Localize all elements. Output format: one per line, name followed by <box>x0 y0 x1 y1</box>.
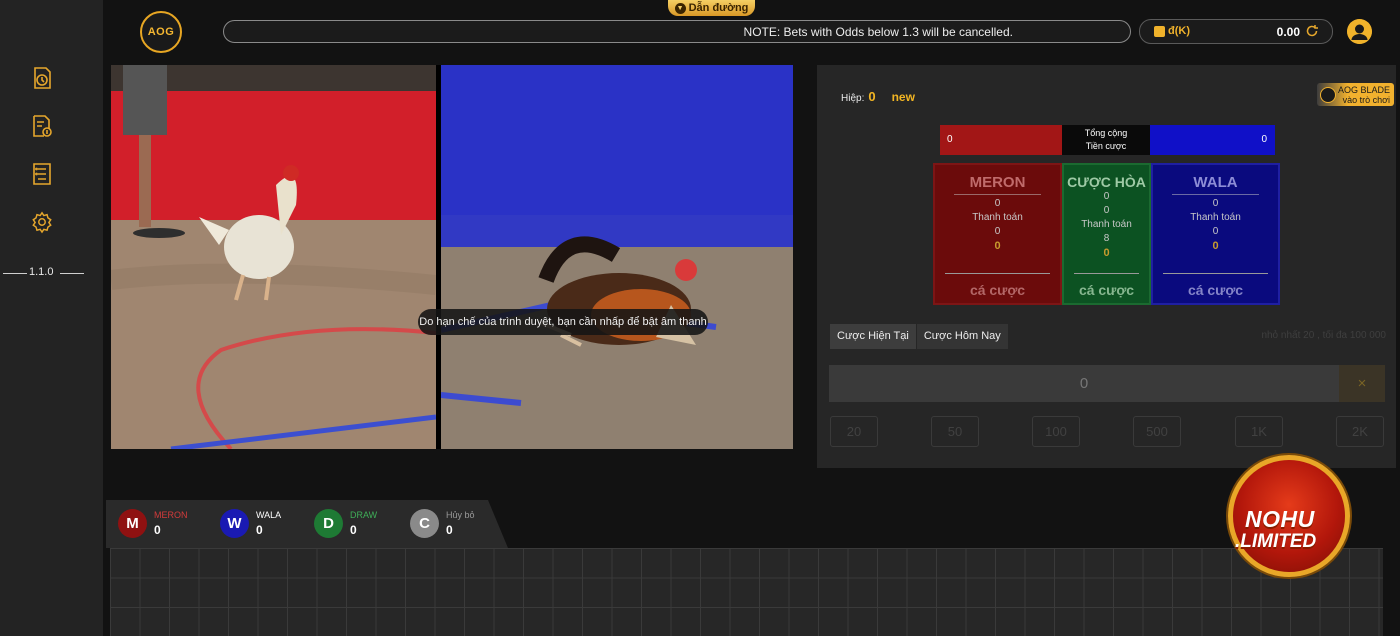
wala-payout-label: Thanh toán <box>1190 212 1241 223</box>
guide-button[interactable]: ▼ Dẫn đường <box>668 0 755 16</box>
wala-name: WALA <box>1193 174 1238 191</box>
version-number: 1.1.0 <box>29 266 54 278</box>
meron-bet-button[interactable]: cá cược <box>945 273 1050 298</box>
meron-count: 0 <box>154 523 161 537</box>
wala-divider <box>1171 194 1260 195</box>
total-bets-bar: 0 Tổng cộng Tiền cược 0 <box>940 125 1275 155</box>
draw-value-1: 0 <box>1103 191 1110 202</box>
version-label: 1.1.0 <box>0 266 86 280</box>
meron-payout-label: Thanh toán <box>972 212 1023 223</box>
draw-board[interactable]: CƯỢC HÒA 0 0 Thanh toán 8 0 cá cược <box>1062 163 1151 305</box>
wala-value: 0 <box>1212 198 1219 209</box>
bet-amount-input[interactable]: 0 <box>829 365 1339 402</box>
draw-name: CƯỢC HÒA <box>1067 174 1146 190</box>
cancelled-legend-label: Hủy bỏ <box>446 510 475 520</box>
round-label: Hiệp: <box>841 93 865 104</box>
wallet-icon <box>1154 25 1165 37</box>
tab-current-bets[interactable]: Cược Hiện Tại <box>830 324 916 349</box>
total-label-2: Tiền cược <box>1085 141 1127 151</box>
user-avatar-icon[interactable] <box>1347 19 1372 44</box>
nohu-watermark-logo: NOHU .LIMITED <box>1228 455 1350 577</box>
meron-value: 0 <box>994 198 1001 209</box>
meron-payout: 0 <box>994 226 1001 237</box>
cancelled-badge: C <box>410 509 439 538</box>
meron-odds: 0 <box>994 240 1001 252</box>
wala-total: 0 <box>1150 125 1275 155</box>
chip-500[interactable]: 500 <box>1133 416 1181 447</box>
tab-today-bets[interactable]: Cược Hôm Nay <box>915 324 1008 349</box>
draw-payout: 8 <box>1103 233 1110 244</box>
round-info: Hiệp: 0 new <box>841 89 915 104</box>
wala-board[interactable]: WALA 0 Thanh toán 0 0 cá cược <box>1151 163 1280 305</box>
aog-blade-button[interactable]: AOG BLADE vào trò chơi <box>1317 83 1394 106</box>
wala-count: 0 <box>256 523 263 537</box>
wala-odds: 0 <box>1212 240 1219 252</box>
draw-bet-button[interactable]: cá cược <box>1074 273 1139 298</box>
chip-2k[interactable]: 2K <box>1336 416 1384 447</box>
wala-payout: 0 <box>1212 226 1219 237</box>
balance-amount: 0.00 <box>1276 25 1300 39</box>
draw-payout-label: Thanh toán <box>1081 219 1132 230</box>
notice-text: NOTE: Bets with Odds below 1.3 will be c… <box>743 24 1013 39</box>
app-root: 1.1.0 AOG ▼ Dẫn đường NOTE: Bets with Od… <box>0 0 1400 636</box>
bet-boards: MERON 0 Thanh toán 0 0 cá cược CƯỢC HÒA … <box>933 163 1280 305</box>
wallet-balance: đ(K) 0.00 <box>1139 19 1333 44</box>
wala-camera-image <box>441 65 793 449</box>
round-number: 0 <box>868 89 876 104</box>
currency-text: đ(K) <box>1168 25 1190 37</box>
logo-text: AOG <box>147 26 175 38</box>
round-status: new <box>891 90 915 104</box>
bet-slip-icon[interactable] <box>31 114 53 138</box>
draw-legend-label: DRAW <box>350 510 378 520</box>
bet-limits: nhỏ nhất 20 , tối đa 100 000 <box>1261 330 1386 341</box>
draw-odds: 0 <box>1103 247 1110 259</box>
app-logo[interactable]: AOG <box>140 11 182 53</box>
wala-badge: W <box>220 509 249 538</box>
chip-50[interactable]: 50 <box>931 416 979 447</box>
meron-camera-image <box>111 65 436 449</box>
history-icon[interactable] <box>31 66 53 90</box>
watermark-line-1: NOHU <box>1245 506 1315 532</box>
bet-history-tabs: Cược Hiện Tại Cược Hôm Nay <box>830 324 1008 349</box>
currency-label: đ(K) <box>1154 25 1190 37</box>
wala-bet-button[interactable]: cá cược <box>1163 273 1268 298</box>
results-roadmap-grid <box>110 548 1383 636</box>
chip-20[interactable]: 20 <box>830 416 878 447</box>
guide-label: Dẫn đường <box>688 2 749 14</box>
meron-divider <box>953 194 1042 195</box>
chevron-down-icon: ▼ <box>674 2 686 14</box>
cancelled-count: 0 <box>446 523 453 537</box>
settings-icon[interactable] <box>31 210 53 234</box>
total-label-1: Tổng cộng <box>1084 128 1128 138</box>
notice-marquee: NOTE: Bets with Odds below 1.3 will be c… <box>223 20 1131 43</box>
enable-audio-hint[interactable]: Do hạn chế của trình duyệt, bạn cần nhấp… <box>418 309 708 335</box>
watermark-line-2: .LIMITED <box>1235 531 1317 552</box>
meron-board[interactable]: MERON 0 Thanh toán 0 0 cá cược <box>933 163 1062 305</box>
draw-value-2: 0 <box>1103 205 1110 216</box>
chip-100[interactable]: 100 <box>1032 416 1080 447</box>
sidebar: 1.1.0 <box>0 0 103 636</box>
meron-total: 0 <box>940 125 1062 155</box>
report-icon[interactable] <box>31 162 53 186</box>
audio-hint-text: Do hạn chế của trình duyệt, bạn cần nhấp… <box>419 316 707 328</box>
blade-logo-icon <box>1320 87 1336 103</box>
meron-name: MERON <box>969 174 1026 191</box>
version-divider-right <box>60 273 84 274</box>
camera-meron <box>111 65 436 449</box>
total-bets-label: Tổng cộng Tiền cược <box>1062 125 1150 155</box>
version-divider-left <box>3 273 27 274</box>
draw-badge: D <box>314 509 343 538</box>
meron-badge: M <box>118 509 147 538</box>
bet-panel: Hiệp: 0 new AOG BLADE vào trò chơi 0 Tổn… <box>817 65 1396 468</box>
camera-wala <box>441 65 793 449</box>
chip-1k[interactable]: 1K <box>1235 416 1283 447</box>
live-video-stream[interactable]: Do hạn chế của trình duyệt, bạn cần nhấp… <box>111 65 793 449</box>
clear-amount-button[interactable]: × <box>1339 365 1385 402</box>
meron-legend-label: MERON <box>154 510 188 520</box>
draw-count: 0 <box>350 523 357 537</box>
wala-legend-label: WALA <box>256 510 282 520</box>
refresh-icon[interactable] <box>1305 24 1319 38</box>
